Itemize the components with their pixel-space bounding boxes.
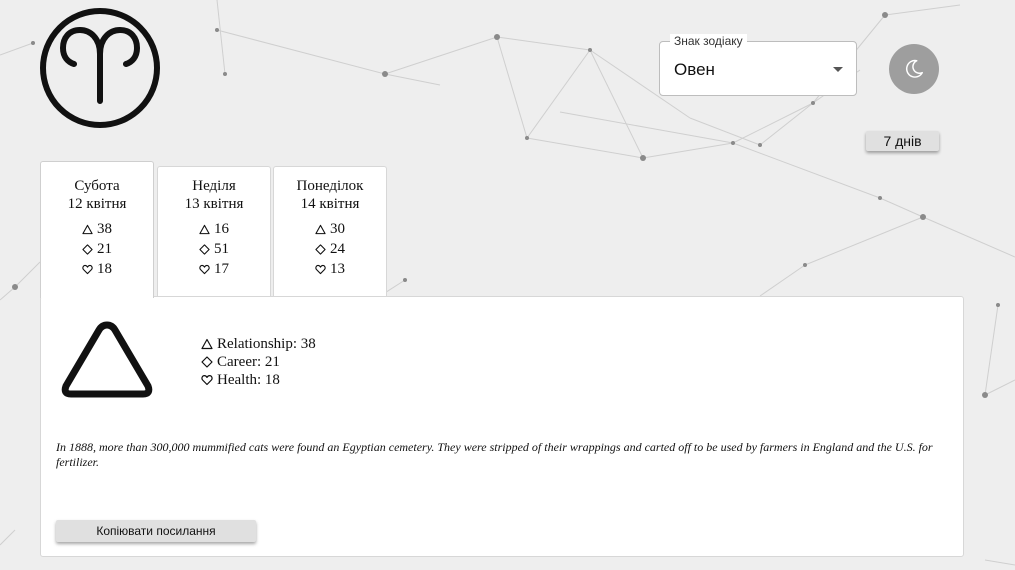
day-detail-panel: Relationship: 38 Career: 21 Health: 18 I… — [40, 296, 964, 557]
health-score: 17 — [214, 261, 229, 277]
chevron-down-icon[interactable] — [833, 67, 843, 72]
relationship-score: 38 — [97, 221, 112, 237]
zodiac-sign-select[interactable]: Знак зодіаку Овен — [659, 34, 857, 96]
relationship-score: 16 — [214, 221, 229, 237]
zodiac-sign-value: Овен — [674, 60, 715, 79]
diamond-icon — [315, 243, 326, 255]
career-score: 51 — [214, 241, 229, 257]
tab-day-3[interactable]: Понеділок 14 квітня 30 24 13 — [273, 166, 387, 297]
zodiac-sign-label: Знак зодіаку — [670, 34, 747, 48]
tab-day-name: Субота — [74, 178, 120, 194]
triangle-icon — [61, 321, 153, 398]
heart-icon — [199, 264, 210, 274]
relationship-detail: Relationship: 38 — [217, 336, 316, 352]
seven-days-button[interactable]: 7 днів — [866, 131, 939, 151]
theme-toggle-button[interactable] — [889, 44, 939, 94]
heart-icon — [201, 375, 213, 386]
career-detail: Career: 21 — [217, 354, 280, 370]
diamond-icon — [199, 243, 210, 255]
diamond-icon — [201, 356, 213, 368]
diamond-icon — [82, 243, 93, 255]
tab-day-name: Понеділок — [296, 178, 364, 194]
tab-day-2[interactable]: Неділя 13 квітня 16 51 17 — [157, 166, 271, 297]
tab-date: 13 квітня — [184, 196, 244, 212]
tab-date: 14 квітня — [300, 196, 360, 212]
tab-date: 12 квітня — [67, 196, 127, 212]
tab-day-1[interactable]: Субота 12 квітня 38 21 18 — [40, 161, 154, 298]
health-score: 18 — [97, 261, 112, 277]
career-score: 24 — [330, 241, 345, 257]
triangle-icon — [199, 224, 210, 234]
heart-icon — [82, 264, 93, 274]
crescent-moon-icon — [906, 59, 923, 78]
heart-icon — [315, 264, 326, 274]
copy-link-button[interactable]: Копіювати посилання — [56, 520, 256, 542]
triangle-icon — [315, 224, 326, 234]
triangle-icon — [82, 224, 93, 234]
relationship-score: 30 — [330, 221, 345, 237]
fact-text: In 1888, more than 300,000 mummified cat… — [56, 440, 933, 469]
health-detail: Health: 18 — [217, 372, 280, 388]
health-score: 13 — [330, 261, 345, 277]
aries-zodiac-icon — [40, 8, 160, 128]
career-score: 21 — [97, 241, 112, 257]
tab-day-name: Неділя — [192, 178, 236, 194]
triangle-icon — [201, 338, 213, 350]
